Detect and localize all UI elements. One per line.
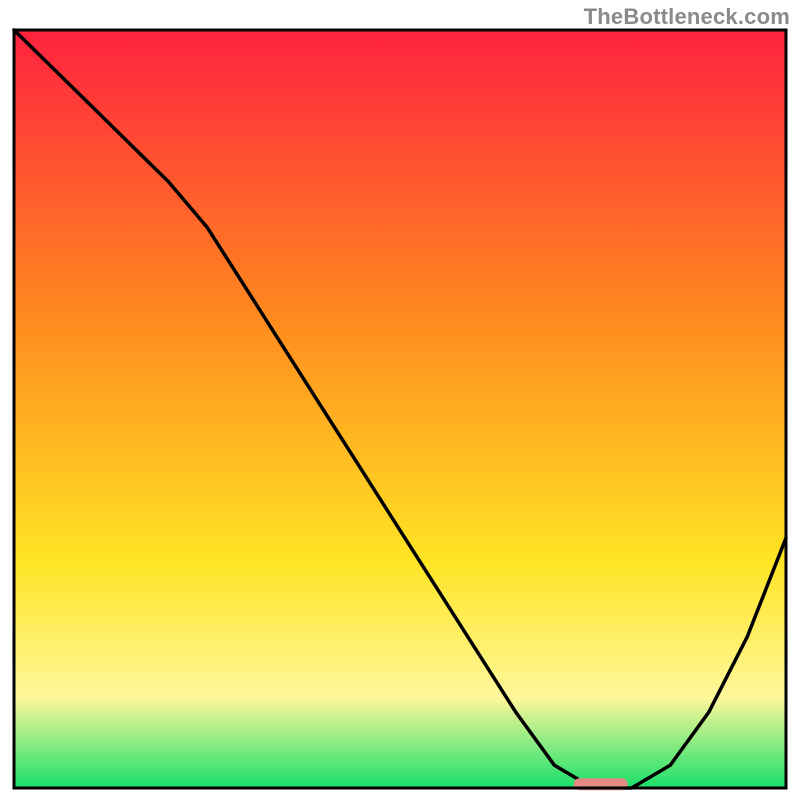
bottleneck-chart [0,0,800,800]
watermark-text: TheBottleneck.com [584,4,790,30]
